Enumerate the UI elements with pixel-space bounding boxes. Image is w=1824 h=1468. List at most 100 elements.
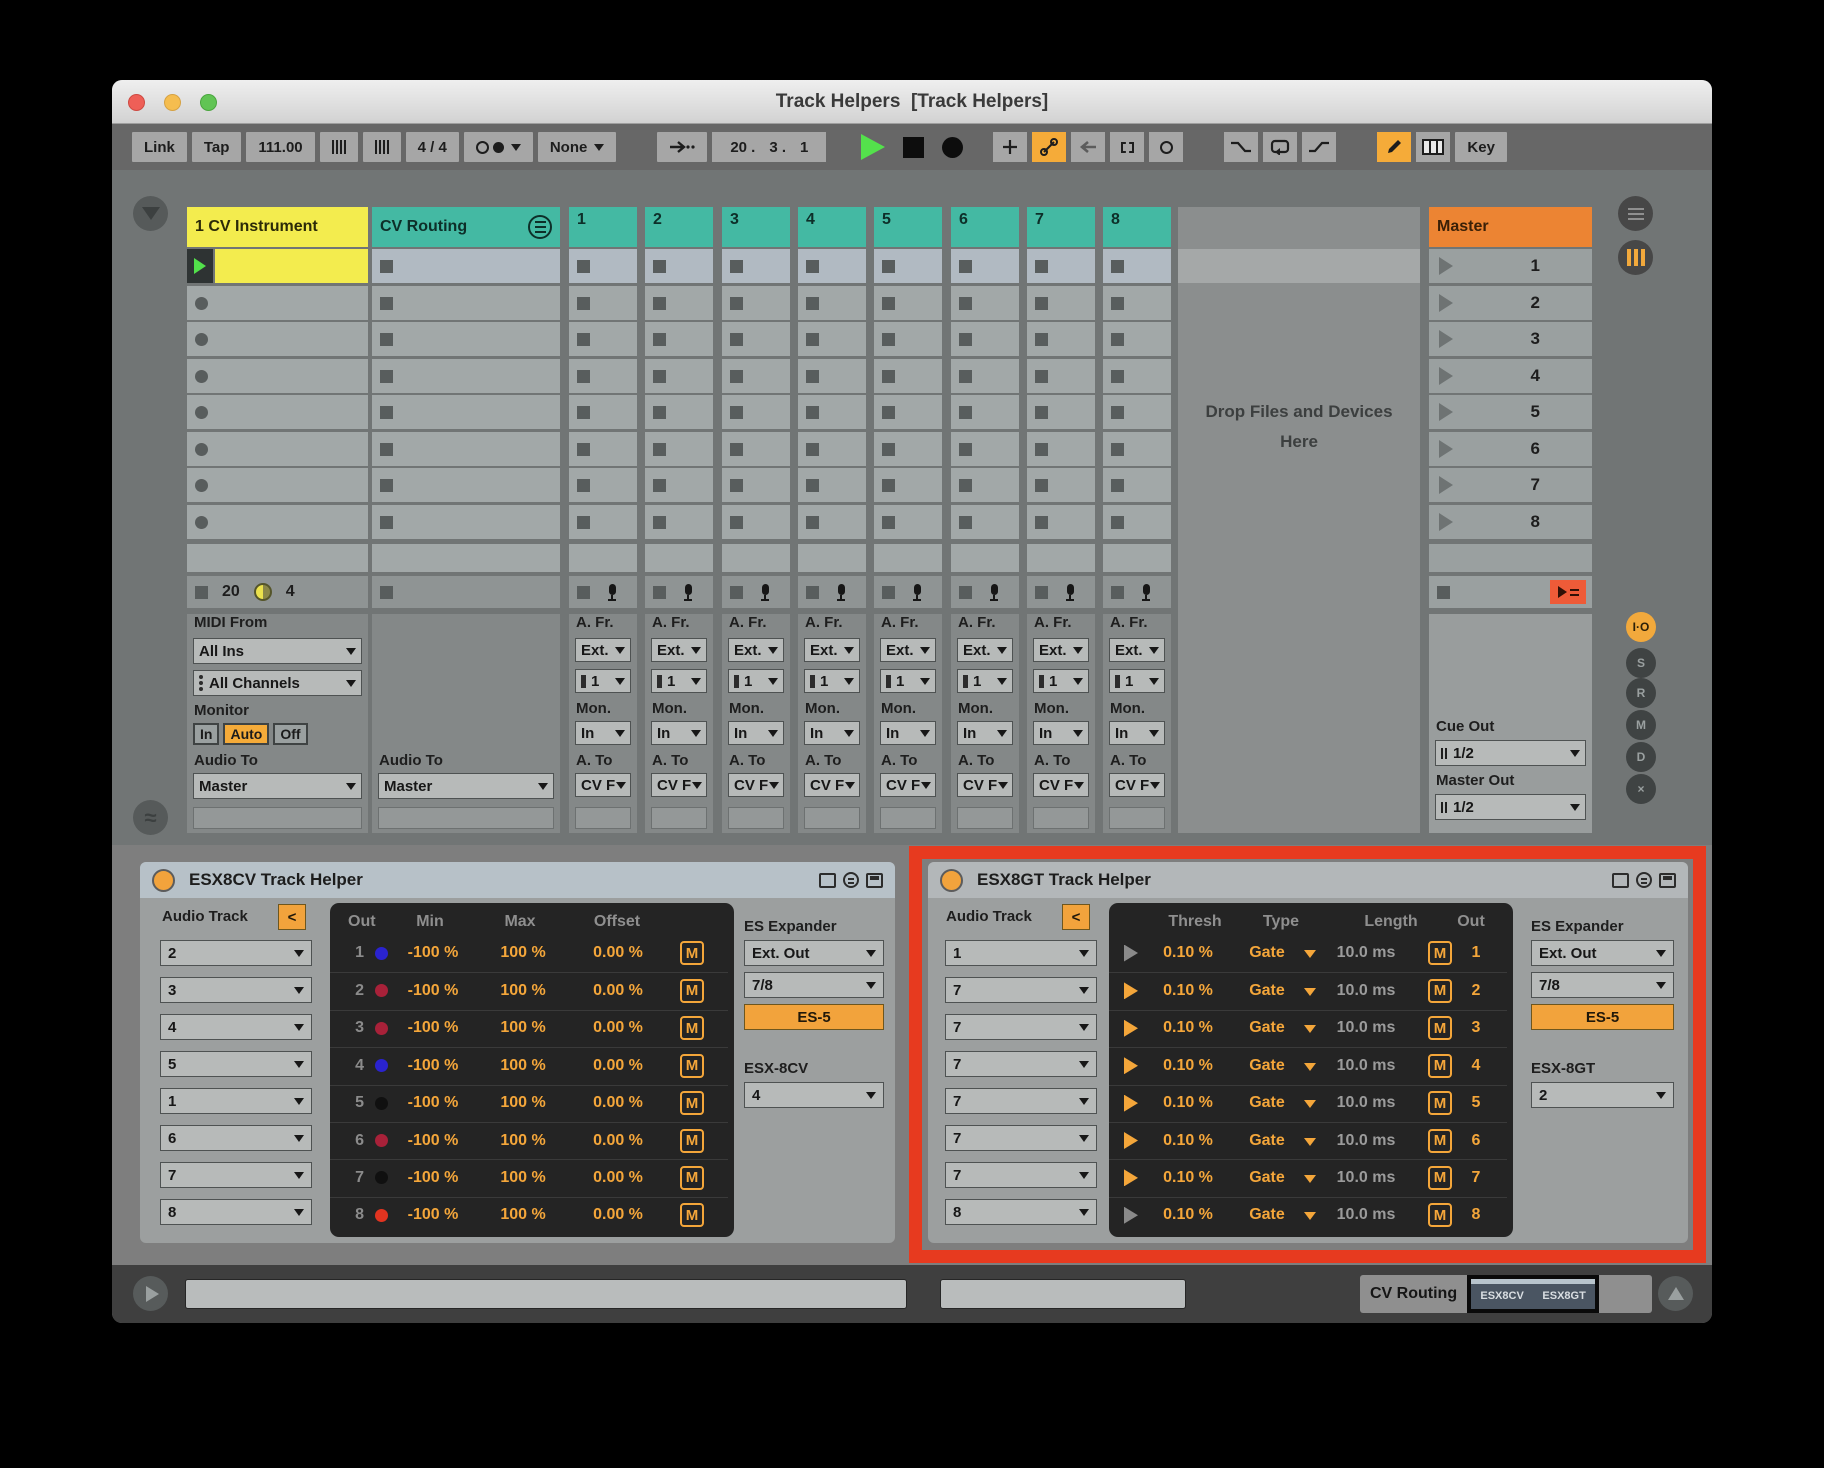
map-button[interactable]: M	[680, 1129, 704, 1153]
draw-mode-button[interactable]	[1377, 132, 1411, 162]
type-value[interactable]: Gate	[1238, 1169, 1296, 1187]
track-header-number[interactable]: 5	[874, 207, 942, 247]
zoom-window-button[interactable]	[200, 94, 217, 111]
clip-slot[interactable]	[645, 468, 713, 502]
clip-slot[interactable]	[1027, 249, 1095, 283]
min-value[interactable]: -100 %	[390, 1206, 476, 1224]
clip-slot[interactable]	[1103, 322, 1171, 356]
device-activator-button[interactable]	[940, 869, 963, 892]
clip-slot[interactable]	[951, 359, 1019, 393]
clip-slot[interactable]	[874, 505, 942, 539]
clip-slot[interactable]	[722, 359, 790, 393]
key-map-button[interactable]: Key	[1455, 132, 1507, 162]
audio-track-select[interactable]: 7	[945, 1014, 1097, 1040]
min-value[interactable]: -100 %	[390, 944, 476, 962]
midi-from-select[interactable]: All Ins	[193, 638, 362, 664]
audio-to-select[interactable]: CV F	[1033, 773, 1089, 797]
arm-mic-icon[interactable]	[608, 584, 616, 601]
monitor-in-button[interactable]: In	[193, 723, 219, 745]
clip-slot[interactable]	[1027, 468, 1095, 502]
clip-slot[interactable]	[569, 322, 637, 356]
re-enable-automation-button[interactable]	[1071, 132, 1105, 162]
nudge-up-button[interactable]	[363, 132, 401, 162]
session-record-button[interactable]	[1149, 132, 1183, 162]
clip-launch-button[interactable]	[187, 249, 213, 283]
scene-row[interactable]: 6	[1429, 432, 1592, 466]
clip-slot[interactable]	[874, 395, 942, 429]
device-activator-button[interactable]	[152, 869, 175, 892]
clip-slot[interactable]	[187, 505, 368, 539]
collapse-button[interactable]: <	[1062, 904, 1090, 930]
scene-row[interactable]: 4	[1429, 359, 1592, 393]
audio-from-select[interactable]: Ext.	[957, 638, 1013, 662]
gate-active-icon[interactable]	[1124, 982, 1138, 999]
clip-slot[interactable]	[645, 359, 713, 393]
clip-slot[interactable]	[1103, 432, 1171, 466]
monitor-select[interactable]: In	[651, 721, 707, 745]
audio-from-select[interactable]: Ext.	[1033, 638, 1089, 662]
audio-from-select[interactable]: Ext.	[575, 638, 631, 662]
clip-slot[interactable]	[798, 322, 866, 356]
clip-slot[interactable]	[645, 249, 713, 283]
min-value[interactable]: -100 %	[390, 1132, 476, 1150]
map-button[interactable]: M	[680, 979, 704, 1003]
max-value[interactable]: 100 %	[486, 1019, 560, 1037]
group-slot[interactable]	[372, 395, 560, 429]
expand-tracks-button[interactable]	[133, 196, 168, 231]
clip-stop-button[interactable]	[1035, 586, 1048, 599]
follow-button[interactable]	[657, 132, 707, 162]
max-value[interactable]: 100 %	[486, 1132, 560, 1150]
thresh-value[interactable]: 0.10 %	[1146, 1057, 1230, 1075]
esx8cv-number-select[interactable]: 4	[744, 1082, 884, 1108]
map-button[interactable]: M	[680, 1166, 704, 1190]
input-channel-select[interactable]: 1	[880, 669, 936, 693]
chevron-down-icon[interactable]	[1304, 1100, 1316, 1114]
scene-launch-icon[interactable]	[1439, 330, 1453, 348]
scene-launch-icon[interactable]	[1439, 257, 1453, 275]
group-slot[interactable]	[372, 432, 560, 466]
clip-slot[interactable]	[874, 468, 942, 502]
scene-row[interactable]: 3	[1429, 322, 1592, 356]
device-titlebar[interactable]: ESX8GT Track Helper	[928, 862, 1688, 898]
map-button[interactable]: M	[1428, 941, 1452, 965]
monitor-off-button[interactable]: Off	[273, 723, 307, 745]
quantization-menu[interactable]: None	[538, 132, 617, 162]
clip-slot[interactable]	[569, 286, 637, 320]
clip-slot[interactable]	[722, 468, 790, 502]
scene-row[interactable]: 7	[1429, 468, 1592, 502]
audio-to-select[interactable]: Master	[193, 773, 362, 799]
map-button[interactable]: M	[1428, 1166, 1452, 1190]
min-value[interactable]: -100 %	[390, 1019, 476, 1037]
chevron-down-icon[interactable]	[1304, 950, 1316, 964]
clip-slot[interactable]	[1027, 505, 1095, 539]
thresh-value[interactable]: 0.10 %	[1146, 1206, 1230, 1224]
input-channel-select[interactable]: 1	[651, 669, 707, 693]
play-button[interactable]	[861, 134, 885, 160]
audio-from-select[interactable]: Ext.	[880, 638, 936, 662]
clip-slot[interactable]	[798, 249, 866, 283]
arm-mic-icon[interactable]	[990, 584, 998, 601]
esx8gt-number-select[interactable]: 2	[1531, 1082, 1674, 1108]
gate-active-icon[interactable]	[1124, 945, 1138, 962]
clip-stop-button[interactable]	[577, 586, 590, 599]
clip-slot[interactable]	[722, 322, 790, 356]
length-value[interactable]: 10.0 ms	[1320, 1094, 1412, 1112]
min-value[interactable]: -100 %	[390, 1094, 476, 1112]
audio-to-select[interactable]: Master	[378, 773, 554, 799]
clip-slot[interactable]	[187, 395, 368, 429]
show-mixer-toggle[interactable]: M	[1626, 710, 1656, 740]
offset-value[interactable]: 0.00 %	[572, 1169, 664, 1187]
track-header-cv-routing[interactable]: CV Routing	[372, 207, 560, 247]
clip-slot[interactable]	[798, 395, 866, 429]
thresh-value[interactable]: 0.10 %	[1146, 982, 1230, 1000]
audio-track-select[interactable]: 4	[160, 1014, 312, 1040]
midi-channel-select[interactable]: All Channels	[193, 670, 362, 696]
clip-slot[interactable]	[951, 322, 1019, 356]
audio-to-select[interactable]: CV F	[1109, 773, 1165, 797]
offset-value[interactable]: 0.00 %	[572, 1094, 664, 1112]
audio-track-select[interactable]: 7	[160, 1162, 312, 1188]
device-editor-icon[interactable]	[819, 873, 836, 888]
clip-slot[interactable]	[722, 505, 790, 539]
clip-slot[interactable]	[798, 286, 866, 320]
audio-to-select[interactable]: CV F	[880, 773, 936, 797]
